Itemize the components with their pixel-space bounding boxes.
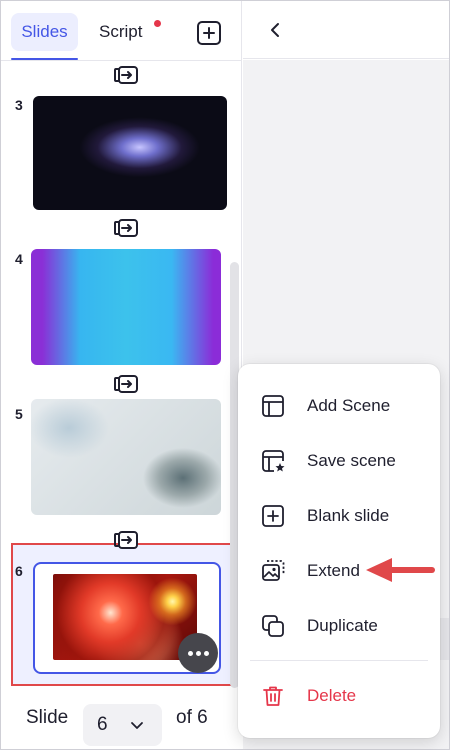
dot-icon — [196, 651, 201, 656]
save-scene-icon — [262, 450, 285, 472]
notification-dot — [152, 18, 163, 29]
transition-icon[interactable] — [112, 528, 140, 552]
more-options-button[interactable] — [178, 633, 218, 673]
menu-item-save-scene[interactable]: Save scene — [238, 438, 440, 482]
tab-script[interactable]: Script — [99, 13, 142, 51]
menu-item-delete[interactable]: Delete — [238, 673, 440, 717]
current-slide-value: 6 — [97, 714, 108, 735]
slide-total: of 6 — [176, 707, 208, 728]
extend-image-icon — [262, 560, 285, 581]
menu-item-duplicate[interactable]: Duplicate — [238, 603, 440, 647]
menu-item-label: Blank slide — [307, 506, 390, 525]
fireworks-image — [53, 574, 197, 660]
right-header — [243, 1, 449, 59]
dot-icon — [204, 651, 209, 656]
transition-icon[interactable] — [112, 63, 140, 87]
menu-item-label: Duplicate — [307, 616, 378, 635]
slide-context-menu: Add Scene Save scene Blank slide Extend … — [238, 364, 440, 738]
menu-item-add-scene[interactable]: Add Scene — [238, 383, 440, 427]
duplicate-icon — [262, 615, 284, 637]
chevron-down-icon — [131, 722, 143, 729]
annotation-arrow-icon — [366, 558, 435, 582]
menu-item-blank-slide[interactable]: Blank slide — [238, 493, 440, 537]
menu-item-label: Extend — [307, 561, 360, 580]
plus-square-icon — [262, 505, 284, 527]
slide-thumbnail-3[interactable] — [33, 96, 227, 210]
menu-divider — [250, 660, 428, 661]
slides-panel: Slides Script 3 4 5 6 Slide 6 of 6 — [1, 1, 242, 749]
trash-icon — [263, 686, 283, 706]
tab-slides[interactable]: Slides — [11, 13, 78, 51]
slide-number: 3 — [15, 97, 23, 113]
slide-navigator: Slide 6 of 6 — [1, 689, 242, 749]
panel-tabs: Slides Script — [1, 1, 242, 61]
slide-number: 4 — [15, 251, 23, 267]
slide-thumbnail-5[interactable] — [31, 399, 221, 515]
transition-icon[interactable] — [112, 372, 140, 396]
menu-item-label: Add Scene — [307, 396, 391, 415]
layout-icon — [262, 395, 284, 417]
chevron-left-icon[interactable] — [267, 19, 285, 41]
dot-icon — [188, 651, 193, 656]
slide-thumbnail-4[interactable] — [31, 249, 221, 365]
menu-item-label: Delete — [307, 686, 357, 705]
menu-item-label: Save scene — [307, 451, 396, 470]
slide-number: 6 — [15, 563, 23, 579]
slides-list: 3 4 5 6 — [1, 61, 242, 688]
slide-page-select[interactable]: 6 — [83, 704, 162, 746]
slide-number: 5 — [15, 406, 23, 422]
active-tab-indicator — [11, 58, 78, 60]
transition-icon[interactable] — [112, 216, 140, 240]
add-slide-icon[interactable] — [196, 20, 222, 46]
slide-label: Slide — [26, 707, 69, 728]
